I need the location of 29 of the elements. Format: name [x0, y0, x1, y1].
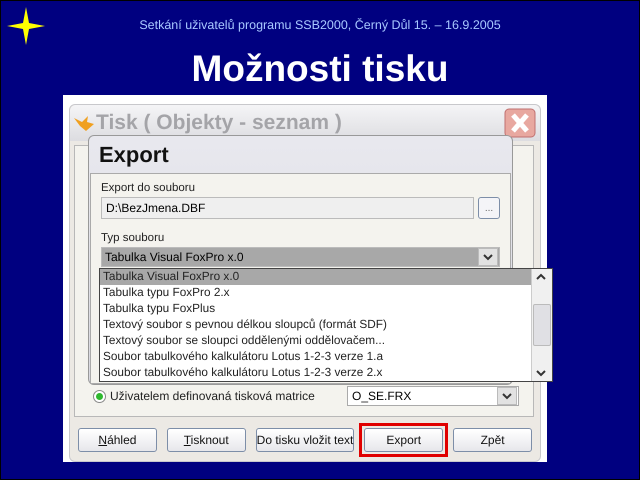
radio-button[interactable] — [93, 390, 106, 402]
list-item[interactable]: Tabulka Visual FoxPro x.0 — [100, 269, 531, 285]
window-title: Export — [98, 141, 170, 169]
list-item[interactable]: Soubor tabulkového kalkulátoru Lotus 1-2-3 verze 2.x — [100, 365, 531, 381]
dialog-button[interactable]: Zpět — [453, 428, 532, 452]
matrix-combo[interactable]: O_SE.FRX — [347, 386, 519, 406]
dialog-button[interactable]: Export — [364, 428, 444, 452]
list-item[interactable]: Tabulka typu FoxPro 2.x — [100, 285, 531, 301]
file-field[interactable]: D:\BezJmena.DBF — [101, 197, 474, 219]
dialog-button[interactable]: Do tisku vložit text — [256, 428, 354, 452]
caret-icon — [497, 387, 517, 405]
browse-button[interactable]: ... — [478, 197, 500, 219]
slide-title: Možnosti tisku — [192, 47, 448, 91]
slide-header: Setkání uživatelů programu SSB2000, Černý Důl 15. – 16.9.2005 — [139, 18, 501, 32]
field-label: Export do souboru — [101, 182, 196, 194]
window-title: Tisk ( Objekty - seznam ) — [96, 111, 343, 135]
dialog-button[interactable]: Tisknout — [166, 428, 246, 452]
radio-label: Uživatelem definovaná tisková matrice — [110, 389, 315, 403]
close-icon[interactable] — [504, 108, 536, 138]
caret-icon — [478, 248, 498, 266]
dialog-button[interactable]: Náhled — [78, 428, 157, 452]
list-item[interactable]: Textový soubor s pevnou délkou sloupců (formát SDF) — [100, 317, 531, 333]
type-combo[interactable]: Tabulka Visual FoxPro x.0 — [101, 247, 500, 267]
star-icon — [7, 7, 45, 45]
field-label: Typ souboru — [101, 232, 166, 244]
list-item[interactable]: Soubor tabulkového kalkulátoru Lotus 1-2-3 verze 1.a — [100, 349, 531, 365]
scrollbar[interactable] — [531, 269, 552, 381]
list-item[interactable]: Textový soubor se sloupci oddělenými oddělovačem... — [100, 333, 531, 349]
list-item[interactable]: Tabulka typu FoxPlus — [100, 301, 531, 317]
